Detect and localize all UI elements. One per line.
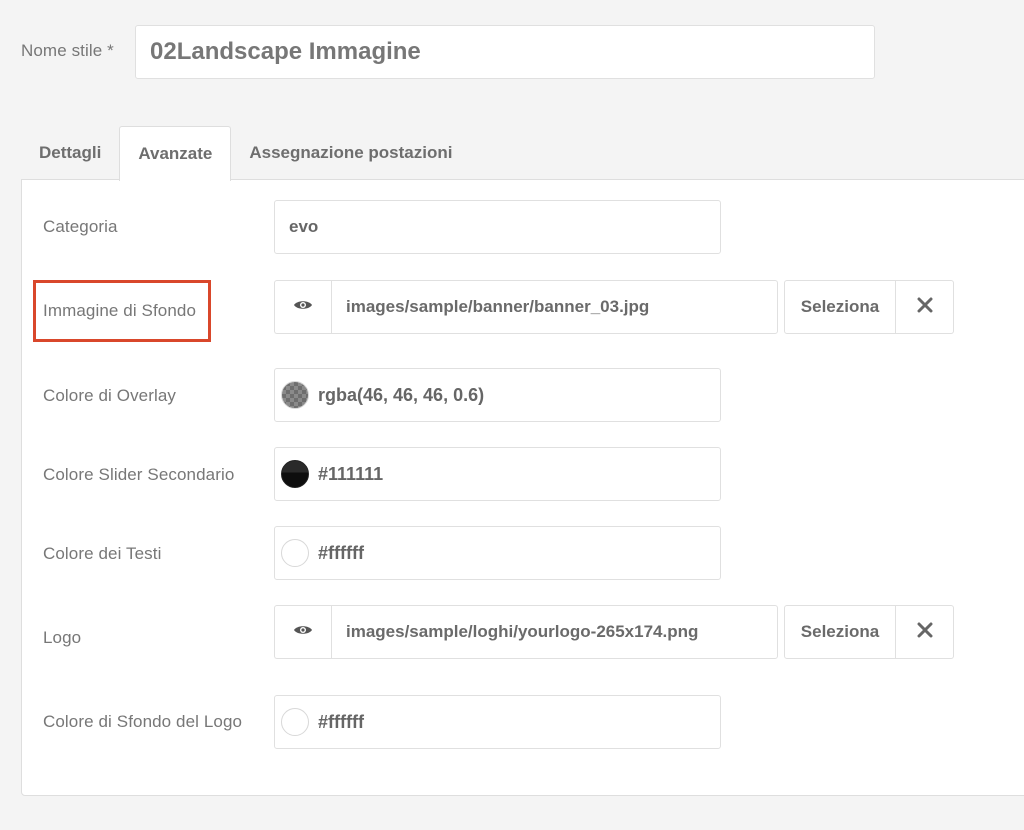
immagine-sfondo-label: Immagine di Sfondo <box>43 301 196 320</box>
colore-overlay-input[interactable]: rgba(46, 46, 46, 0.6) <box>274 368 721 422</box>
clear-image-button[interactable] <box>896 280 954 334</box>
color-swatch-sfondo-logo[interactable] <box>281 708 309 736</box>
immagine-sfondo-path-input[interactable]: images/sample/banner/banner_03.jpg <box>331 280 778 334</box>
logo-path-input[interactable]: images/sample/loghi/yourlogo-265x174.png <box>331 605 778 659</box>
close-icon <box>917 297 933 318</box>
colore-testi-input[interactable]: #ffffff <box>274 526 721 580</box>
colore-testi-value: #ffffff <box>318 542 364 563</box>
logo-label: Logo <box>43 628 82 647</box>
colore-slider-input[interactable]: #111111 <box>274 447 721 501</box>
style-name-label: Nome stile * <box>21 41 114 60</box>
categoria-input[interactable]: evo <box>274 200 721 254</box>
select-logo-button[interactable]: Seleziona <box>784 605 896 659</box>
tab-dettagli[interactable]: Dettagli <box>21 126 119 180</box>
tab-avanzate[interactable]: Avanzate <box>119 126 232 181</box>
eye-icon <box>293 623 313 641</box>
logo-field-group: images/sample/loghi/yourlogo-265x174.png <box>274 605 778 659</box>
colore-slider-label: Colore Slider Secondario <box>43 465 235 484</box>
eye-icon <box>293 298 313 316</box>
immagine-sfondo-actions: Seleziona <box>784 280 954 334</box>
style-name-input[interactable]: 02Landscape Immagine <box>135 25 875 79</box>
preview-button[interactable] <box>274 280 331 334</box>
color-swatch-overlay[interactable] <box>281 381 309 409</box>
colore-sfondo-logo-label: Colore di Sfondo del Logo <box>43 712 243 731</box>
colore-sfondo-logo-value: #ffffff <box>318 711 364 732</box>
color-swatch-slider[interactable] <box>281 460 309 488</box>
logo-preview-button[interactable] <box>274 605 331 659</box>
immagine-sfondo-field-group: images/sample/banner/banner_03.jpg <box>274 280 778 334</box>
colore-sfondo-logo-input[interactable]: #ffffff <box>274 695 721 749</box>
colore-testi-label: Colore dei Testi <box>43 544 162 563</box>
categoria-label: Categoria <box>43 217 118 236</box>
clear-logo-button[interactable] <box>896 605 954 659</box>
tab-assegnazione-postazioni[interactable]: Assegnazione postazioni <box>231 126 470 180</box>
colore-overlay-value: rgba(46, 46, 46, 0.6) <box>318 384 485 405</box>
colore-slider-value: #111111 <box>318 463 384 484</box>
logo-actions: Seleziona <box>784 605 954 659</box>
tab-bar: Dettagli Avanzate Assegnazione postazion… <box>21 126 470 181</box>
close-icon <box>917 622 933 643</box>
colore-overlay-label: Colore di Overlay <box>43 386 177 405</box>
select-image-button[interactable]: Seleziona <box>784 280 896 334</box>
color-swatch-testi[interactable] <box>281 539 309 567</box>
